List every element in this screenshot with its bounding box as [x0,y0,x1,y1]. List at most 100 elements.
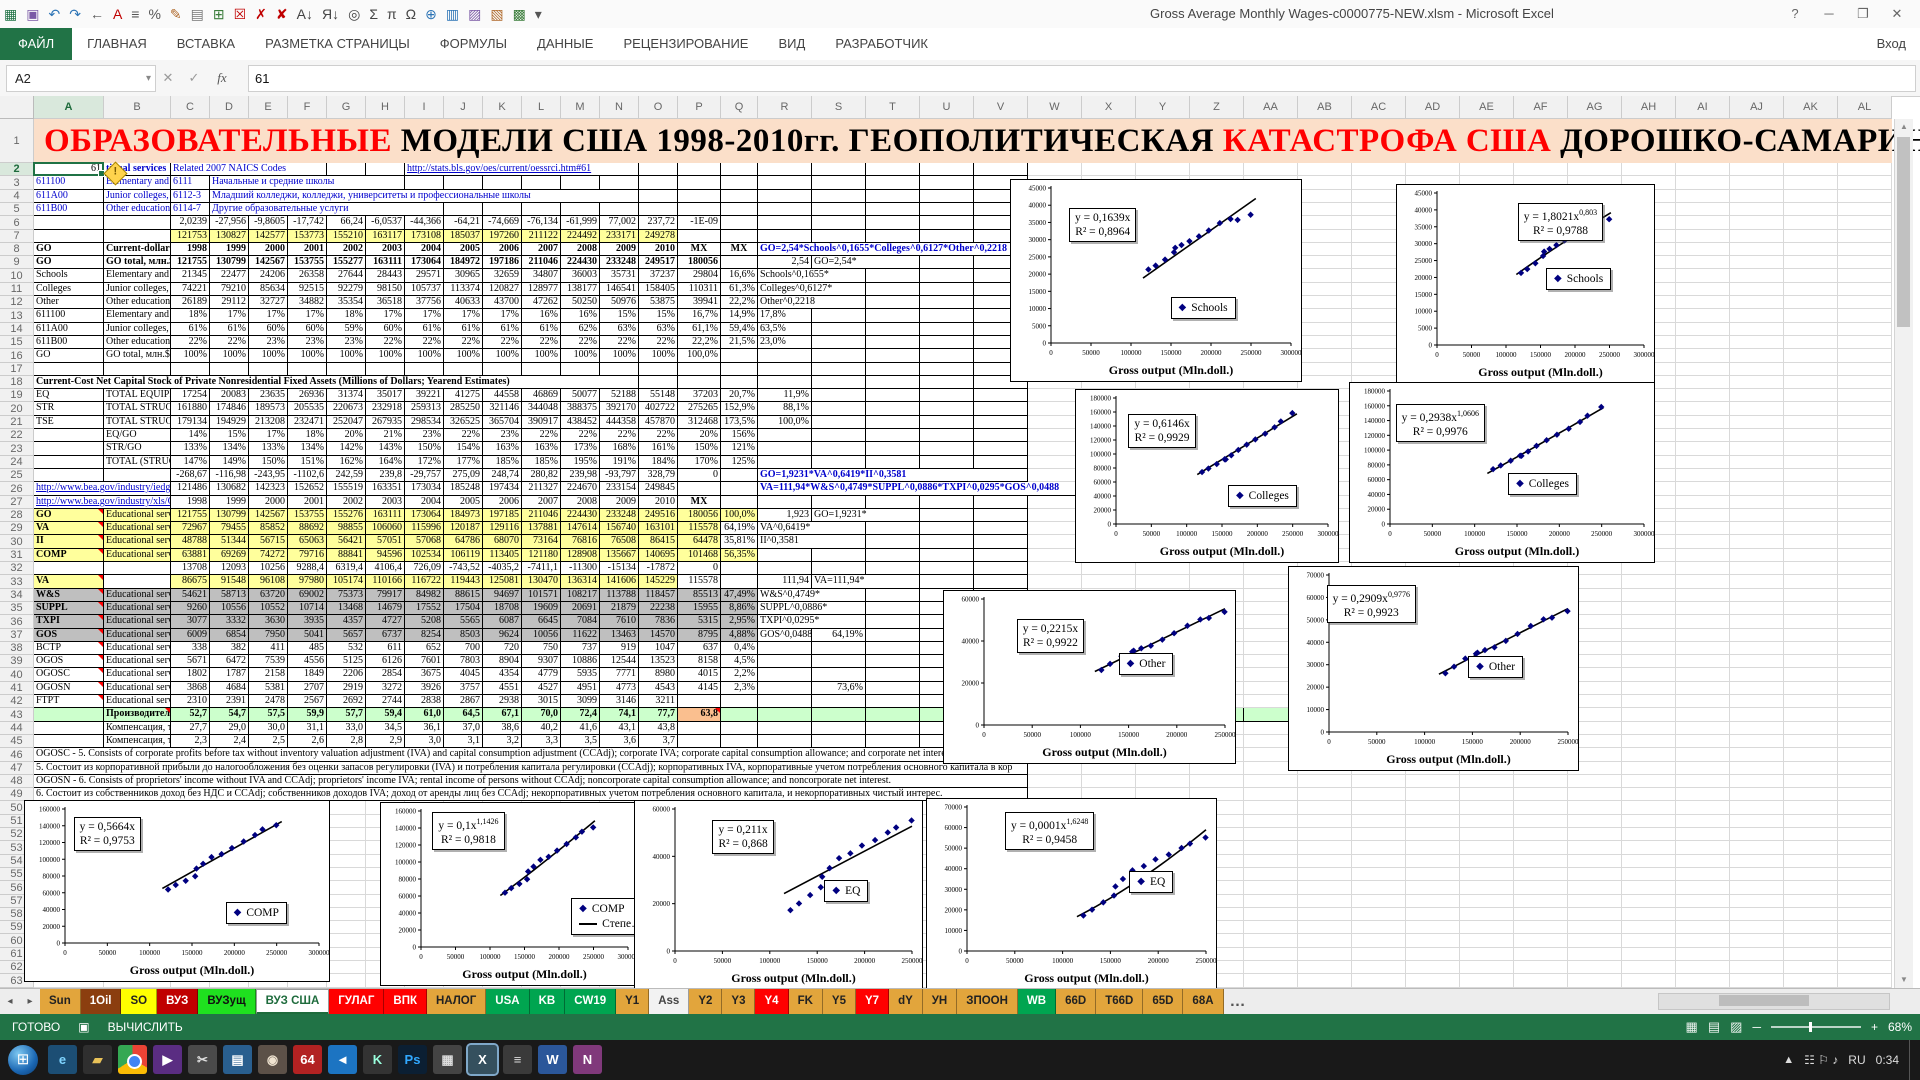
cell-M33[interactable]: 136314 [561,575,600,589]
row-header-33[interactable]: 33 [0,575,34,589]
cell-D19[interactable]: 20083 [210,389,249,402]
cell-C3[interactable]: 6111 [171,176,210,190]
cell-R20[interactable]: 88,1% [758,402,812,416]
cell-E27[interactable]: 2000 [249,496,288,509]
cell-V2[interactable] [974,163,1028,176]
row-header-39[interactable]: 39 [0,655,34,668]
cell-M5[interactable] [561,203,600,216]
cell-D23[interactable]: 134% [210,442,249,456]
ribbon-tab-разметка страницы[interactable]: РАЗМЕТКА СТРАНИЦЫ [250,28,425,60]
cell-S5[interactable] [812,203,866,216]
cell-R16[interactable] [758,349,812,363]
column-header-AA[interactable]: AA [1244,96,1298,119]
font-color-icon[interactable]: A [113,2,122,26]
cell-D40[interactable]: 1787 [210,668,249,682]
cell-R44[interactable] [758,722,812,735]
cell-K9[interactable]: 197186 [483,256,522,269]
page-layout-view-icon[interactable]: ▤ [1708,1014,1720,1040]
insert-table-icon[interactable]: ⊞ [213,2,225,26]
cell-K10[interactable]: 32659 [483,269,522,283]
cell-G33[interactable]: 105174 [327,575,366,589]
cell-J23[interactable]: 154% [444,442,483,456]
cell-E32[interactable]: 10256 [249,562,288,575]
cell-I6[interactable]: -44,366 [405,216,444,230]
column-header-M[interactable]: M [561,96,600,119]
cell-G15[interactable]: 23% [327,336,366,349]
cell-U7[interactable] [920,230,974,243]
chart-eq-power[interactable]: 0100002000030000400005000060000700000500… [926,798,1217,990]
cell-K13[interactable]: 17% [483,309,522,323]
cell-H31[interactable]: 94596 [366,549,405,562]
cell-H24[interactable]: 164% [366,456,405,469]
cell-I33[interactable]: 116722 [405,575,444,589]
cell-G28[interactable]: 155276 [327,509,366,522]
cell-T21[interactable] [866,416,920,429]
cell-C38[interactable]: 338 [171,642,210,655]
cell-H38[interactable]: 611 [366,642,405,655]
cell-Q32[interactable] [721,562,758,575]
cell-K8[interactable]: 2006 [483,243,522,256]
cell-D32[interactable]: 12093 [210,562,249,575]
cell-K27[interactable]: 2006 [483,496,522,509]
sheet-tab-KB[interactable]: KB [530,989,566,1015]
cell-G22[interactable]: 20% [327,429,366,442]
row-header-11[interactable]: 11 [0,283,34,296]
cell-F17[interactable] [288,363,327,376]
cell-S4[interactable] [812,190,866,203]
sheet-tab-FK[interactable]: FK [789,989,823,1015]
cell-B19[interactable]: TOTAL EQUIPMENT A [104,389,171,402]
cell-B29[interactable]: Educational services [104,522,171,535]
cell-O14[interactable]: 63% [639,323,678,336]
word-icon[interactable]: W [538,1045,567,1074]
tray-glyph-icon[interactable]: ♪ [1832,1053,1838,1067]
cell-L40[interactable]: 4779 [522,668,561,682]
cell-M16[interactable]: 100% [561,349,600,363]
ribbon-tab-рецензирование[interactable]: РЕЦЕНЗИРОВАНИЕ [608,28,763,60]
row-header-15[interactable]: 15 [0,336,34,349]
save-icon[interactable]: ▣ [26,2,39,26]
cell-K11[interactable]: 120827 [483,283,522,296]
cell-H2[interactable] [366,163,405,176]
cell-A6[interactable] [34,216,104,230]
cell-R4[interactable] [758,190,812,203]
row-header-35[interactable]: 35 [0,602,34,615]
cell-A22[interactable] [34,429,104,442]
cell-J8[interactable]: 2005 [444,243,483,256]
ie-icon[interactable]: e [48,1045,77,1074]
cell-U30[interactable] [920,535,974,549]
cell-I21[interactable]: 298534 [405,416,444,429]
cell-M25[interactable]: 239,98 [561,469,600,482]
cell-N43[interactable]: 74,1 [600,708,639,722]
cell-F29[interactable]: 88692 [288,522,327,535]
cell-C25[interactable]: -268,67 [171,469,210,482]
app-64-icon[interactable]: 64 [293,1045,322,1074]
cell-N16[interactable]: 100% [600,349,639,363]
sheet-tab-НАЛОГ[interactable]: НАЛОГ [427,989,486,1015]
cell-A28[interactable]: GO [34,509,104,522]
cell-O38[interactable]: 1047 [639,642,678,655]
column-header-D[interactable]: D [210,96,249,119]
column-header-F[interactable]: F [288,96,327,119]
cell-J39[interactable]: 7803 [444,655,483,668]
ribbon-tab-вставка[interactable]: ВСТАВКА [162,28,250,60]
cell-O31[interactable]: 140695 [639,549,678,562]
cell-D44[interactable]: 29,0 [210,722,249,735]
cell-J15[interactable]: 22% [444,336,483,349]
cell-O21[interactable]: 457870 [639,416,678,429]
cell-O29[interactable]: 163101 [639,522,678,535]
cell-J43[interactable]: 64,5 [444,708,483,722]
cell-D42[interactable]: 2391 [210,695,249,708]
cell-E35[interactable]: 10552 [249,602,288,615]
back-icon[interactable]: ← [90,2,104,26]
chart-colleges-linear[interactable]: 0200004000060000800001000001200001400001… [1075,389,1339,563]
column-header-G[interactable]: G [327,96,366,119]
cell-I36[interactable]: 5208 [405,615,444,629]
cell-R9[interactable]: 2,54 [758,256,812,269]
cell-P9[interactable]: 180056 [678,256,721,269]
cell-U6[interactable] [920,216,974,230]
cell-C39[interactable]: 5671 [171,655,210,668]
cell-S16[interactable] [812,349,866,363]
cell-P16[interactable]: 100,0% [678,349,721,363]
cell-R41[interactable] [758,682,812,695]
cell-F15[interactable]: 23% [288,336,327,349]
